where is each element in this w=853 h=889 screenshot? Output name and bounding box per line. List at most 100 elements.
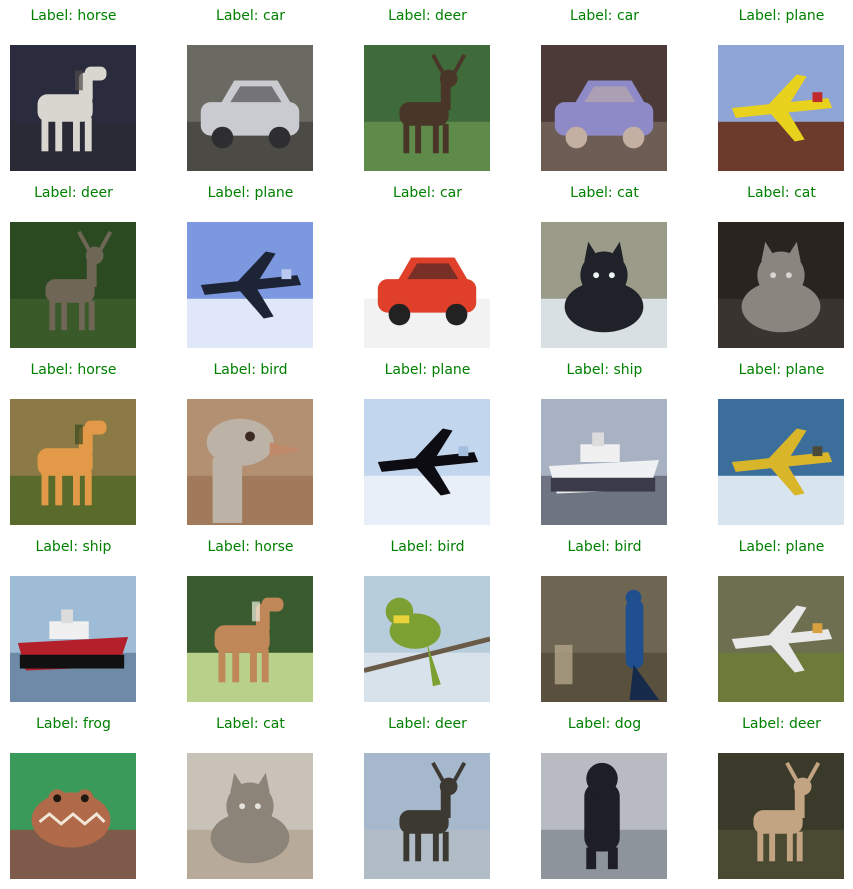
image-label: Label: bird	[390, 539, 465, 555]
thumbnail-scene	[10, 576, 136, 702]
grid-cell: Label: deer	[364, 0, 491, 177]
grid-cell: Label: horse	[10, 354, 137, 531]
thumbnail-scene	[541, 399, 667, 525]
thumbnail-scene	[541, 222, 667, 348]
thumbnail-scene	[718, 45, 844, 171]
grid-cell: Label: cat	[187, 708, 314, 885]
thumbnail-orange-horse	[10, 399, 136, 525]
grid-cell: Label: car	[187, 0, 314, 177]
image-label: Label: plane	[738, 539, 825, 555]
thumbnail-red-car	[364, 222, 490, 348]
grid-cell: Label: car	[364, 177, 491, 354]
thumbnail-scene	[187, 753, 313, 879]
thumbnail-scene	[187, 222, 313, 348]
grid-cell: Label: ship	[541, 354, 668, 531]
thumbnail-black-cat	[541, 222, 667, 348]
thumbnail-scene	[364, 222, 490, 348]
image-label: Label: car	[570, 8, 639, 24]
image-label: Label: deer	[388, 716, 467, 732]
image-label: Label: bird	[213, 362, 288, 378]
thumbnail-white-horse	[10, 45, 136, 171]
thumbnail-scene	[364, 753, 490, 879]
thumbnail-scene	[541, 753, 667, 879]
thumbnail-silver-car	[187, 45, 313, 171]
thumbnail-scene	[10, 222, 136, 348]
grid-cell: Label: deer	[718, 708, 845, 885]
thumbnail-tabby-cat	[187, 753, 313, 879]
grid-cell: Label: plane	[364, 354, 491, 531]
thumbnail-scene	[187, 576, 313, 702]
image-label: Label: cat	[216, 716, 285, 732]
thumbnail-white-ship	[541, 399, 667, 525]
thumbnail-frog	[10, 753, 136, 879]
image-label: Label: horse	[207, 539, 294, 555]
thumbnail-scene	[187, 45, 313, 171]
grid-cell: Label: bird	[364, 531, 491, 708]
image-grid: Label: horse Label: car Label: deer Labe…	[10, 0, 844, 885]
image-label: Label: horse	[30, 8, 117, 24]
thumbnail-scene	[541, 45, 667, 171]
grid-cell: Label: plane	[718, 531, 845, 708]
thumbnail-scene	[718, 399, 844, 525]
image-label: Label: deer	[388, 8, 467, 24]
image-label: Label: plane	[384, 362, 471, 378]
image-label: Label: car	[216, 8, 285, 24]
grid-cell: Label: horse	[10, 0, 137, 177]
grid-cell: Label: horse	[187, 531, 314, 708]
thumbnail-yellow-seaplane	[718, 399, 844, 525]
grid-cell: Label: frog	[10, 708, 137, 885]
thumbnail-sky-plane	[187, 222, 313, 348]
image-label: Label: cat	[747, 185, 816, 201]
image-label: Label: dog	[567, 716, 642, 732]
thumbnail-red-ship	[10, 576, 136, 702]
thumbnail-scene	[364, 399, 490, 525]
thumbnail-scene	[187, 399, 313, 525]
grid-cell: Label: deer	[10, 177, 137, 354]
grid-cell: Label: ship	[10, 531, 137, 708]
thumbnail-scene	[364, 576, 490, 702]
thumbnail-ostrich	[187, 399, 313, 525]
image-label: Label: ship	[35, 539, 112, 555]
thumbnail-yellow-plane	[718, 45, 844, 171]
grid-cell: Label: car	[541, 0, 668, 177]
grid-cell: Label: plane	[187, 177, 314, 354]
grid-cell: Label: cat	[718, 177, 845, 354]
image-label: Label: deer	[742, 716, 821, 732]
grid-cell: Label: deer	[364, 708, 491, 885]
thumbnail-white-jet	[718, 576, 844, 702]
image-label: Label: plane	[738, 362, 825, 378]
thumbnail-scene	[10, 399, 136, 525]
thumbnail-grey-cat	[718, 222, 844, 348]
thumbnail-elk	[718, 753, 844, 879]
thumbnail-scene	[718, 222, 844, 348]
image-label: Label: plane	[207, 185, 294, 201]
image-label: Label: deer	[34, 185, 113, 201]
thumbnail-scene	[10, 753, 136, 879]
image-label: Label: plane	[738, 8, 825, 24]
thumbnail-scene	[718, 576, 844, 702]
grid-cell: Label: bird	[187, 354, 314, 531]
thumbnail-deer	[364, 45, 490, 171]
thumbnail-brown-horse	[187, 576, 313, 702]
image-label: Label: horse	[30, 362, 117, 378]
thumbnail-purple-van	[541, 45, 667, 171]
image-label: Label: frog	[36, 716, 111, 732]
thumbnail-scene	[718, 753, 844, 879]
image-label: Label: bird	[567, 539, 642, 555]
grid-cell: Label: dog	[541, 708, 668, 885]
thumbnail-dark-jet	[364, 399, 490, 525]
grid-cell: Label: plane	[718, 0, 845, 177]
grid-cell: Label: plane	[718, 354, 845, 531]
thumbnail-peacock	[541, 576, 667, 702]
image-label: Label: ship	[566, 362, 643, 378]
thumbnail-black-dog	[541, 753, 667, 879]
image-label: Label: cat	[570, 185, 639, 201]
thumbnail-antlered-deer	[364, 753, 490, 879]
thumbnail-scene	[10, 45, 136, 171]
grid-cell: Label: cat	[541, 177, 668, 354]
thumbnail-scene	[541, 576, 667, 702]
thumbnail-deer-face	[10, 222, 136, 348]
grid-cell: Label: bird	[541, 531, 668, 708]
image-label: Label: car	[393, 185, 462, 201]
thumbnail-scene	[364, 45, 490, 171]
